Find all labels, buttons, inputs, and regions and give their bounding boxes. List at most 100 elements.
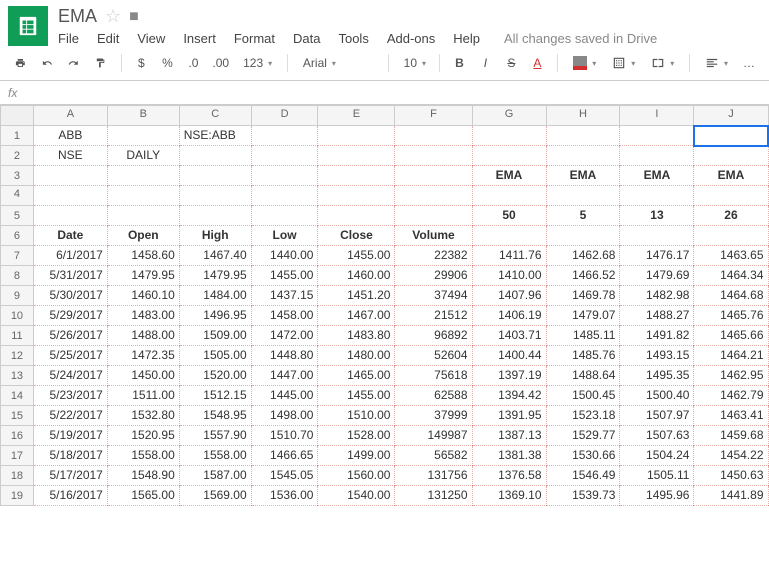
cell[interactable]: 1496.95 — [179, 306, 251, 326]
cell[interactable]: 1558.00 — [179, 446, 251, 466]
cell[interactable]: 1472.35 — [107, 346, 179, 366]
cell[interactable]: DAILY — [107, 146, 179, 166]
col-header[interactable]: C — [179, 106, 251, 126]
cell[interactable] — [107, 186, 179, 206]
more-toolbar-button[interactable]: … — [739, 52, 759, 74]
cell[interactable] — [546, 146, 620, 166]
cell[interactable]: 1507.63 — [620, 426, 694, 446]
cell[interactable]: 1400.44 — [472, 346, 546, 366]
cell[interactable] — [546, 126, 620, 146]
fill-color-button[interactable] — [568, 53, 601, 73]
cell[interactable]: 21512 — [395, 306, 472, 326]
dec-decimal-button[interactable]: .0 — [183, 52, 203, 74]
cell[interactable]: Open — [107, 226, 179, 246]
undo-button[interactable] — [37, 52, 58, 74]
spreadsheet-grid[interactable]: A B C D E F G H I J 1 ABB NSE:ABB 2 NSE … — [0, 105, 769, 506]
cell[interactable]: 1500.45 — [546, 386, 620, 406]
star-icon[interactable]: ☆ — [105, 6, 121, 27]
cell[interactable]: 1480.00 — [318, 346, 395, 366]
col-header[interactable]: E — [318, 106, 395, 126]
bold-button[interactable]: B — [449, 52, 469, 74]
menu-format[interactable]: Format — [234, 31, 275, 46]
cell[interactable]: 1472.00 — [251, 326, 318, 346]
row-header[interactable]: 15 — [1, 406, 34, 426]
row-header[interactable]: 11 — [1, 326, 34, 346]
cell[interactable]: 1463.65 — [694, 246, 768, 266]
cell[interactable]: 1466.65 — [251, 446, 318, 466]
cell[interactable]: 1410.00 — [472, 266, 546, 286]
cell[interactable]: 75618 — [395, 366, 472, 386]
cell[interactable]: Date — [33, 226, 107, 246]
doc-title[interactable]: EMA — [58, 6, 97, 27]
inc-decimal-button[interactable]: .00 — [209, 52, 232, 74]
cell[interactable] — [620, 126, 694, 146]
cell[interactable]: 1558.00 — [107, 446, 179, 466]
cell[interactable]: 1505.00 — [179, 346, 251, 366]
cell[interactable]: 1463.41 — [694, 406, 768, 426]
cell[interactable]: 5/31/2017 — [33, 266, 107, 286]
cell[interactable] — [546, 186, 620, 206]
cell[interactable]: 5/17/2017 — [33, 466, 107, 486]
row-header[interactable]: 12 — [1, 346, 34, 366]
paint-format-button[interactable] — [90, 52, 111, 74]
cell[interactable]: EMA — [620, 166, 694, 186]
cell[interactable]: 1493.15 — [620, 346, 694, 366]
cell[interactable]: 1447.00 — [251, 366, 318, 386]
folder-icon[interactable]: ■ — [129, 8, 139, 26]
row-header[interactable]: 9 — [1, 286, 34, 306]
cell[interactable] — [395, 146, 472, 166]
cell[interactable]: 26 — [694, 206, 768, 226]
cell[interactable] — [318, 186, 395, 206]
cell[interactable] — [318, 206, 395, 226]
cell[interactable]: EMA — [694, 166, 768, 186]
menu-help[interactable]: Help — [453, 31, 480, 46]
cell[interactable]: 56582 — [395, 446, 472, 466]
cell[interactable]: 1450.63 — [694, 466, 768, 486]
col-header[interactable]: A — [33, 106, 107, 126]
cell[interactable]: 1500.40 — [620, 386, 694, 406]
cell[interactable] — [318, 166, 395, 186]
cell[interactable]: 1528.00 — [318, 426, 395, 446]
cell[interactable]: 5 — [546, 206, 620, 226]
strike-button[interactable]: S — [501, 52, 521, 74]
cell[interactable] — [472, 126, 546, 146]
cell[interactable]: 1403.71 — [472, 326, 546, 346]
row-header[interactable]: 6 — [1, 226, 34, 246]
cell[interactable]: 1411.76 — [472, 246, 546, 266]
cell[interactable]: 6/1/2017 — [33, 246, 107, 266]
cell[interactable]: 1479.95 — [107, 266, 179, 286]
cell[interactable]: 1587.00 — [179, 466, 251, 486]
cell[interactable]: 62588 — [395, 386, 472, 406]
cell[interactable]: 1387.13 — [472, 426, 546, 446]
col-header[interactable]: G — [472, 106, 546, 126]
cell[interactable]: 1455.00 — [251, 266, 318, 286]
cell[interactable]: 1530.66 — [546, 446, 620, 466]
cell[interactable]: 149987 — [395, 426, 472, 446]
col-header[interactable]: I — [620, 106, 694, 126]
cell[interactable]: 1565.00 — [107, 486, 179, 506]
row-header[interactable]: 3 — [1, 166, 34, 186]
cell[interactable]: 5/23/2017 — [33, 386, 107, 406]
row-header[interactable]: 7 — [1, 246, 34, 266]
row-header[interactable]: 16 — [1, 426, 34, 446]
cell[interactable]: 1539.73 — [546, 486, 620, 506]
cell[interactable]: 1488.27 — [620, 306, 694, 326]
cell[interactable]: 1460.00 — [318, 266, 395, 286]
cell[interactable]: 1450.00 — [107, 366, 179, 386]
cell[interactable]: NSE:ABB — [179, 126, 251, 146]
menu-insert[interactable]: Insert — [183, 31, 216, 46]
cell[interactable]: 22382 — [395, 246, 472, 266]
menu-view[interactable]: View — [137, 31, 165, 46]
cell[interactable]: 1479.07 — [546, 306, 620, 326]
cell[interactable]: 1485.11 — [546, 326, 620, 346]
cell[interactable]: 1495.35 — [620, 366, 694, 386]
cell[interactable]: 1548.90 — [107, 466, 179, 486]
cell[interactable]: 1448.80 — [251, 346, 318, 366]
cell[interactable]: 1523.18 — [546, 406, 620, 426]
cell[interactable] — [395, 126, 472, 146]
cell[interactable]: 1469.78 — [546, 286, 620, 306]
row-header[interactable]: 10 — [1, 306, 34, 326]
cell[interactable] — [179, 146, 251, 166]
cell[interactable]: Low — [251, 226, 318, 246]
row-header[interactable]: 4 — [1, 186, 34, 206]
